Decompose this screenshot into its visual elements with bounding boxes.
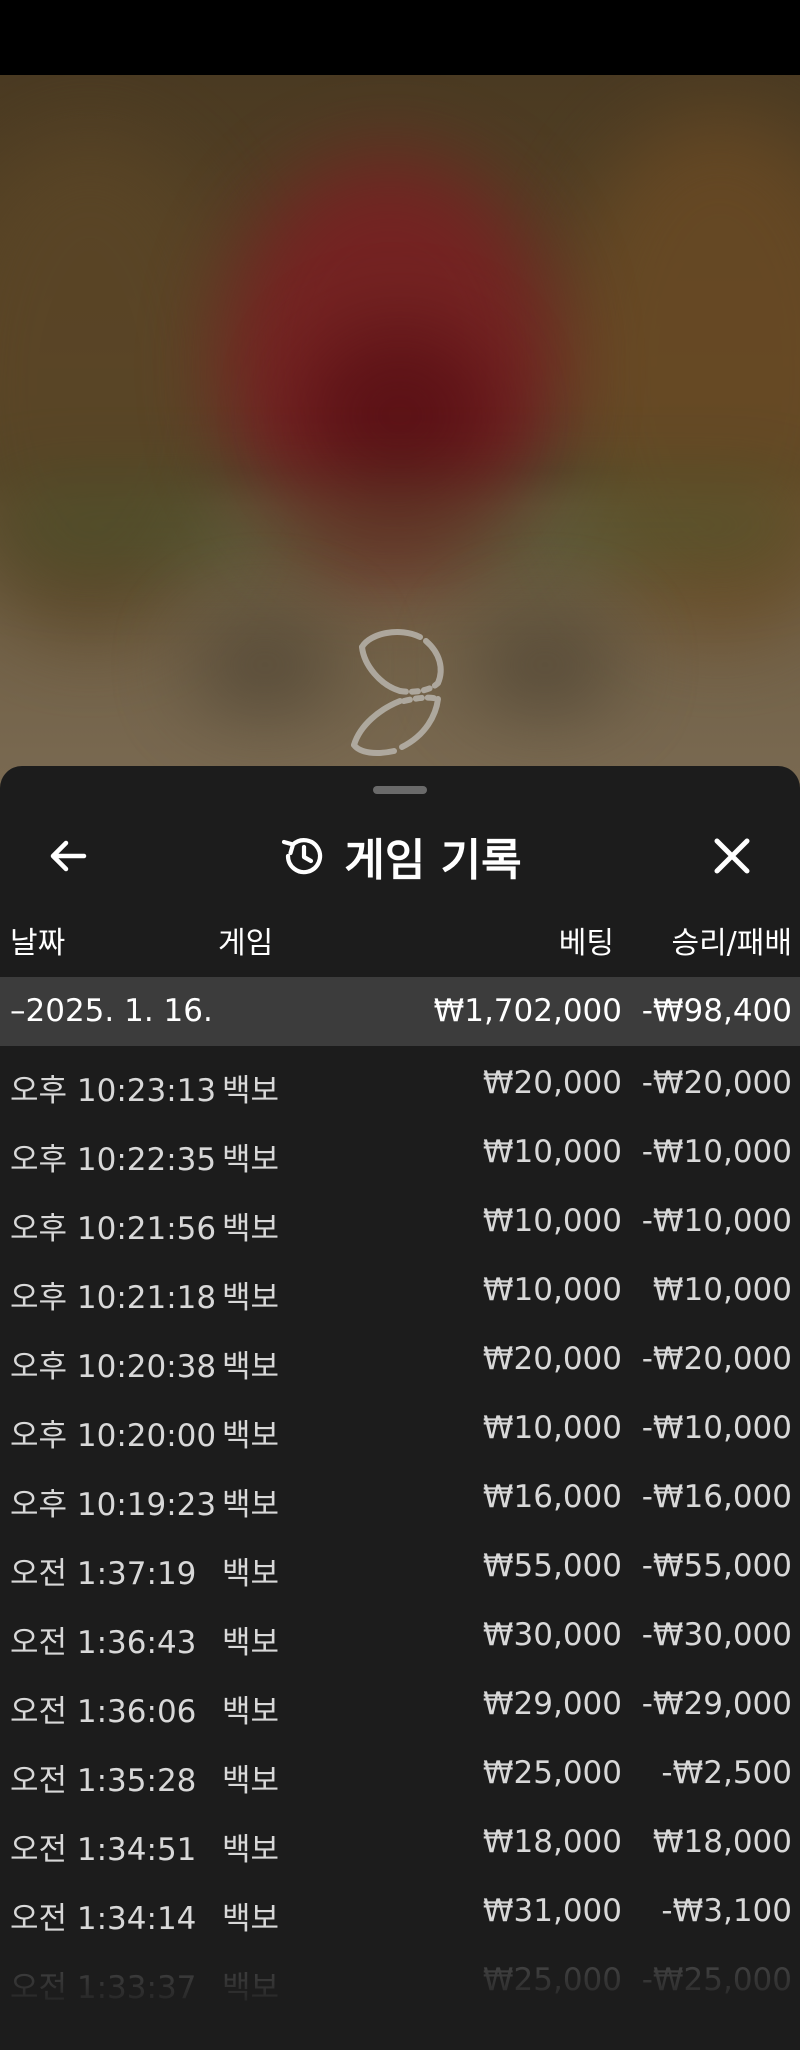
back-button[interactable] <box>36 824 100 888</box>
row-time: 오전 1:34:14 <box>10 1901 197 1937</box>
history-row[interactable]: 오후 10:23:13 백보 ₩20,000 -₩20,000 <box>0 1049 800 1118</box>
row-bet: ₩10,000 <box>482 1134 622 1170</box>
row-game: 백보 <box>222 1625 280 1661</box>
date-group-row[interactable]: –2025. 1. 16. ₩1,702,000 -₩98,400 <box>0 977 800 1046</box>
row-result: -₩20,000 <box>641 1065 792 1101</box>
game-history-sheet: 게임 기록 날짜 게임 베팅 승리/패배 –2025. 1. 16. ₩1,70… <box>0 766 800 2050</box>
row-result: -₩10,000 <box>641 1410 792 1446</box>
row-result: ₩18,000 <box>652 1824 792 1860</box>
row-time: 오전 1:35:28 <box>10 1763 197 1799</box>
history-row[interactable]: 오전 1:36:43 백보 ₩30,000 -₩30,000 <box>0 1601 800 1670</box>
loading-spinner-icon <box>351 629 444 756</box>
history-row[interactable]: 오전 1:35:28 백보 ₩25,000 -₩2,500 <box>0 1739 800 1808</box>
video-blur-table-left <box>190 615 340 715</box>
history-icon <box>282 838 323 875</box>
history-row[interactable]: 오후 10:21:56 백보 ₩10,000 -₩10,000 <box>0 1187 800 1256</box>
title-wrap: 게임 기록 <box>0 806 800 906</box>
row-time: 오후 10:21:18 <box>10 1280 217 1316</box>
row-time: 오후 10:20:00 <box>10 1418 217 1454</box>
row-time: 오전 1:36:06 <box>10 1694 197 1730</box>
row-game: 백보 <box>222 1832 280 1868</box>
row-result: -₩3,100 <box>661 1893 792 1929</box>
date-group-total-bet: ₩1,702,000 <box>433 993 622 1029</box>
video-blur-left <box>0 135 240 635</box>
row-bet: ₩55,000 <box>482 1548 622 1584</box>
row-time: 오후 10:22:35 <box>10 1142 217 1178</box>
row-game: 백보 <box>222 1487 280 1523</box>
row-game: 백보 <box>222 1556 280 1592</box>
row-bet: ₩10,000 <box>482 1203 622 1239</box>
row-game: 백보 <box>222 1694 280 1730</box>
status-bar <box>0 0 800 75</box>
row-time: 오전 1:34:51 <box>10 1832 197 1868</box>
history-row[interactable]: 오후 10:22:35 백보 ₩10,000 -₩10,000 <box>0 1118 800 1187</box>
row-result: -₩10,000 <box>641 1203 792 1239</box>
column-header-result[interactable]: 승리/패배 <box>671 918 792 962</box>
row-time: 오전 1:36:43 <box>10 1625 197 1661</box>
row-bet: ₩30,000 <box>482 1617 622 1653</box>
history-row[interactable]: 오전 1:37:19 백보 ₩55,000 -₩55,000 <box>0 1532 800 1601</box>
row-result: -₩30,000 <box>641 1617 792 1653</box>
row-result: -₩10,000 <box>641 1134 792 1170</box>
list-fade-overlay <box>0 1946 800 2050</box>
row-time: 오전 1:37:19 <box>10 1556 197 1592</box>
row-bet: ₩20,000 <box>482 1065 622 1101</box>
row-time: 오후 10:19:23 <box>10 1487 217 1523</box>
column-header-bet[interactable]: 베팅 <box>559 918 614 962</box>
table-header: 날짜 게임 베팅 승리/패배 <box>0 906 800 966</box>
row-bet: ₩16,000 <box>482 1479 622 1515</box>
row-bet: ₩10,000 <box>482 1410 622 1446</box>
row-game: 백보 <box>222 1211 280 1247</box>
row-game: 백보 <box>222 1763 280 1799</box>
row-bet: ₩20,000 <box>482 1341 622 1377</box>
row-game: 백보 <box>222 1349 280 1385</box>
row-time: 오후 10:21:56 <box>10 1211 217 1247</box>
close-button[interactable] <box>700 824 764 888</box>
row-bet: ₩10,000 <box>482 1272 622 1308</box>
row-game: 백보 <box>222 1073 280 1109</box>
row-bet: ₩25,000 <box>482 1755 622 1791</box>
sheet-drag-handle[interactable] <box>373 786 427 794</box>
close-icon <box>714 838 750 874</box>
video-blur-right <box>560 115 800 635</box>
date-group-total-result: -₩98,400 <box>641 993 792 1029</box>
row-time: 오후 10:20:38 <box>10 1349 217 1385</box>
column-header-date[interactable]: 날짜 <box>10 918 65 962</box>
history-row[interactable]: 오전 1:34:51 백보 ₩18,000 ₩18,000 <box>0 1808 800 1877</box>
arrow-left-icon <box>50 840 87 872</box>
row-result: -₩20,000 <box>641 1341 792 1377</box>
date-group-label: –2025. 1. 16. <box>10 993 213 1029</box>
history-row[interactable]: 오후 10:20:00 백보 ₩10,000 -₩10,000 <box>0 1394 800 1463</box>
row-result: -₩55,000 <box>641 1548 792 1584</box>
live-video-background <box>0 75 800 795</box>
history-row[interactable]: 오후 10:20:38 백보 ₩20,000 -₩20,000 <box>0 1325 800 1394</box>
column-header-game[interactable]: 게임 <box>218 918 273 962</box>
row-bet: ₩18,000 <box>482 1824 622 1860</box>
history-row[interactable]: 오후 10:21:18 백보 ₩10,000 ₩10,000 <box>0 1256 800 1325</box>
row-game: 백보 <box>222 1280 280 1316</box>
video-blur-table-right <box>470 615 620 715</box>
page-title: 게임 기록 <box>344 835 522 886</box>
row-bet: ₩31,000 <box>482 1893 622 1929</box>
history-row[interactable]: 오전 1:34:14 백보 ₩31,000 -₩3,100 <box>0 1877 800 1946</box>
row-result: -₩2,500 <box>661 1755 792 1791</box>
sheet-header: 게임 기록 <box>0 806 800 906</box>
row-result: -₩16,000 <box>641 1479 792 1515</box>
video-blur-table-edge <box>0 495 800 555</box>
row-bet: ₩29,000 <box>482 1686 622 1722</box>
row-result: ₩10,000 <box>652 1272 792 1308</box>
video-blur-dealer-shadow <box>300 325 500 505</box>
row-game: 백보 <box>222 1142 280 1178</box>
row-result: -₩29,000 <box>641 1686 792 1722</box>
row-time: 오후 10:23:13 <box>10 1073 217 1109</box>
history-row[interactable]: 오후 10:19:23 백보 ₩16,000 -₩16,000 <box>0 1463 800 1532</box>
history-row[interactable]: 오전 1:36:06 백보 ₩29,000 -₩29,000 <box>0 1670 800 1739</box>
row-game: 백보 <box>222 1418 280 1454</box>
row-game: 백보 <box>222 1901 280 1937</box>
